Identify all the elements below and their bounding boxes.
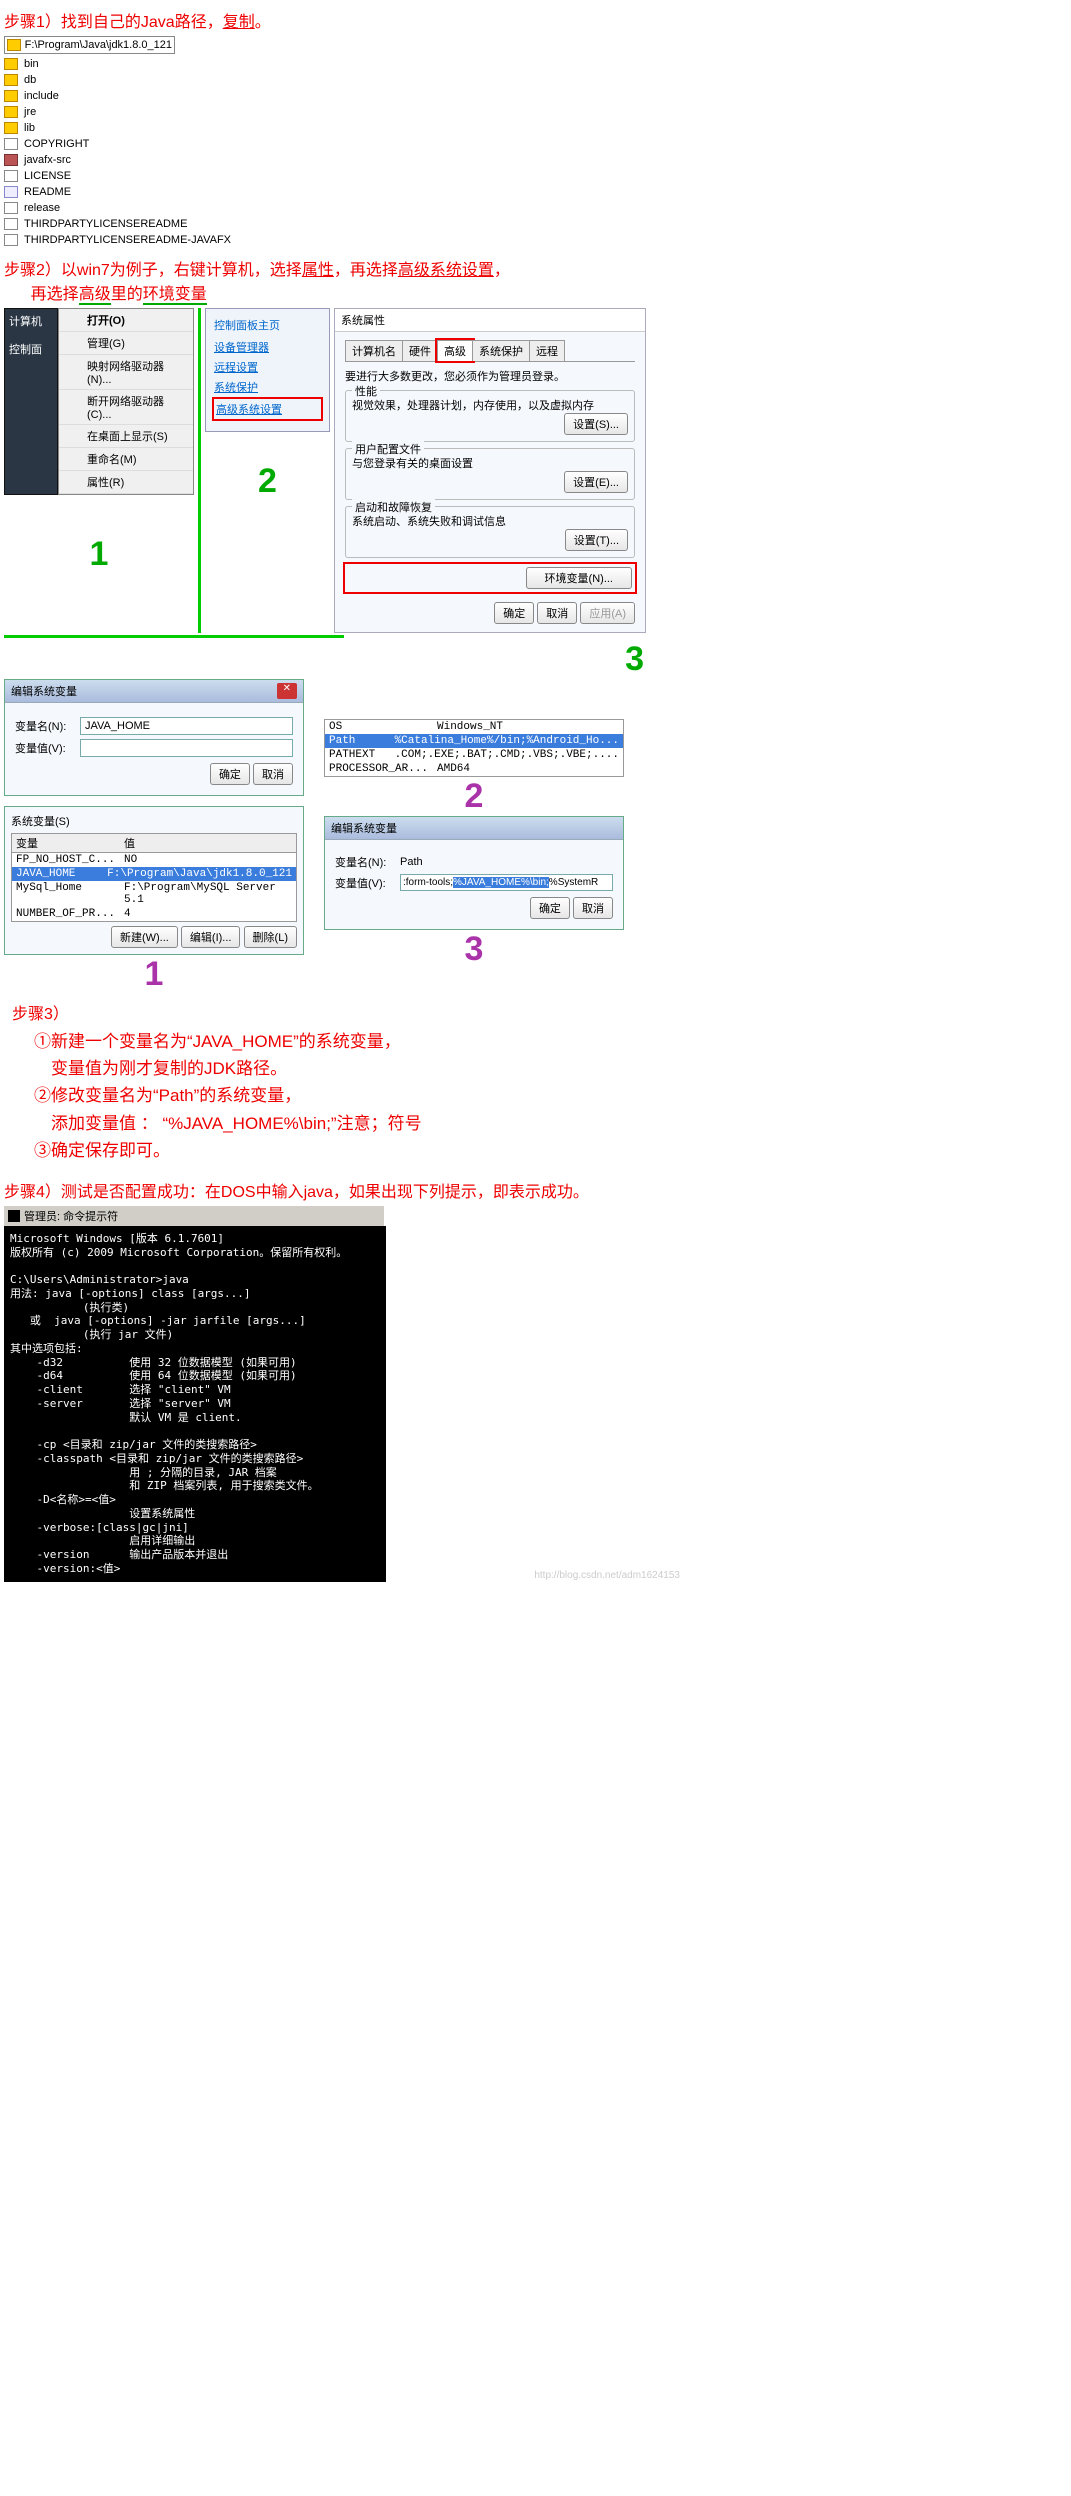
link-device-mgr[interactable]: 设备管理器 xyxy=(214,339,321,355)
link-protect[interactable]: 系统保护 xyxy=(214,379,321,395)
folder-icon xyxy=(4,90,18,102)
sysprop-tabs: 计算机名 硬件 高级 系统保护 远程 xyxy=(345,340,635,362)
table-row[interactable]: PROCESSOR_AR...AMD64 xyxy=(325,762,623,776)
del-button[interactable]: 删除(L) xyxy=(244,926,297,948)
varvalue-input[interactable] xyxy=(80,739,293,757)
file-item[interactable]: LICENSE xyxy=(4,168,684,184)
apply-button[interactable]: 应用(A) xyxy=(580,602,635,624)
folder-icon xyxy=(4,58,18,70)
path-bar[interactable]: F:\Program\Java\jdk1.8.0_121 xyxy=(4,36,175,54)
file-item[interactable]: lib xyxy=(4,120,684,136)
step2-title: 步骤2）以win7为例子，右键计算机，选择属性，再选择高级系统设置， 再选择高级… xyxy=(4,256,684,304)
edit-var-dialog-path: 编辑系统变量 变量名(N):Path 变量值(V): :form-tools;%… xyxy=(324,816,624,930)
env-var-list: OSWindows_NTPath%Catalina_Home%/bin;%And… xyxy=(324,719,624,777)
ctx-disc[interactable]: 断开网络驱动器(C)... xyxy=(59,390,193,425)
p-number-3: 3 xyxy=(324,930,624,969)
tab-advanced[interactable]: 高级 xyxy=(437,340,473,361)
file-item[interactable]: THIRDPARTYLICENSEREADME-JAVAFX xyxy=(4,232,684,248)
file-icon xyxy=(4,234,18,246)
file-item[interactable]: javafx-src xyxy=(4,152,684,168)
file-item[interactable]: README xyxy=(4,184,684,200)
sysvars-panel: 系统变量(S) 变量值 FP_NO_HOST_C...NOJAVA_HOMEF:… xyxy=(4,806,304,955)
file-item[interactable]: THIRDPARTYLICENSEREADME xyxy=(4,216,684,232)
system-properties-dialog: 系统属性 计算机名 硬件 高级 系统保护 远程 要进行大多数更改，您必须作为管理… xyxy=(334,308,646,633)
table-row[interactable]: FP_NO_HOST_C...NO xyxy=(12,853,296,867)
file-item[interactable]: jre xyxy=(4,104,684,120)
file-icon xyxy=(4,138,18,150)
step3-text: ①新建一个变量名为“JAVA_HOME”的系统变量， 变量值为刚才复制的JDK路… xyxy=(4,1028,684,1164)
number-3: 3 xyxy=(625,640,644,678)
folder-icon xyxy=(7,39,21,51)
cmd-title-bar: 管理员: 命令提示符 xyxy=(4,1206,384,1226)
ctx-prop[interactable]: 属性(R) xyxy=(59,471,193,494)
ctx-desk[interactable]: 在桌面上显示(S) xyxy=(59,425,193,448)
link-remote[interactable]: 远程设置 xyxy=(214,359,321,375)
ctx-open[interactable]: 打开(O) xyxy=(59,309,193,332)
new-button[interactable]: 新建(W)... xyxy=(111,926,178,948)
link-adv-settings[interactable]: 高级系统设置 xyxy=(214,399,321,419)
ok-button[interactable]: 确定 xyxy=(494,602,534,624)
close-icon[interactable]: ✕ xyxy=(277,683,297,699)
file-item[interactable]: bin xyxy=(4,56,684,72)
edit-var-dialog-javahome: 编辑系统变量✕ 变量名(N): 变量值(V): 确定 取消 xyxy=(4,679,304,796)
file-item[interactable]: db xyxy=(4,72,684,88)
p-number-2: 2 xyxy=(324,777,624,816)
table-row[interactable]: OSWindows_NT xyxy=(325,720,623,734)
file-list: bindbincludejrelibCOPYRIGHTjavafx-srcLIC… xyxy=(4,56,684,248)
varname-input[interactable] xyxy=(80,717,293,735)
control-panel-links: 控制面板主页 设备管理器 远程设置 系统保护 高级系统设置 xyxy=(205,308,330,432)
zip-icon xyxy=(4,154,18,166)
step1-title: 步骤1）找到自己的Java路径，复制。 xyxy=(4,8,684,32)
folder-icon xyxy=(4,106,18,118)
table-row[interactable]: NUMBER_OF_PR...4 xyxy=(12,907,296,921)
tab-name[interactable]: 计算机名 xyxy=(345,340,403,361)
edit-button[interactable]: 编辑(I)... xyxy=(181,926,241,948)
file-icon xyxy=(4,170,18,182)
green-line-v xyxy=(198,308,201,633)
file-item[interactable]: COPYRIGHT xyxy=(4,136,684,152)
step3-heading: 步骤3） xyxy=(4,1000,684,1024)
cmd-output: Microsoft Windows [版本 6.1.7601] 版权所有 (c)… xyxy=(4,1226,386,1582)
file-icon xyxy=(4,202,18,214)
ctx-rename[interactable]: 重命名(M) xyxy=(59,448,193,471)
file-item[interactable]: include xyxy=(4,88,684,104)
boot-settings-button[interactable]: 设置(T)... xyxy=(565,529,628,551)
table-row[interactable]: PATHEXT.COM;.EXE;.BAT;.CMD;.VBS;.VBE;...… xyxy=(325,748,623,762)
cancel-button[interactable]: 取消 xyxy=(253,763,293,785)
tab-remote[interactable]: 远程 xyxy=(529,340,565,361)
ctx-manage[interactable]: 管理(G) xyxy=(59,332,193,355)
user-settings-button[interactable]: 设置(E)... xyxy=(564,471,628,493)
ctx-map[interactable]: 映射网络驱动器(N)... xyxy=(59,355,193,390)
tab-protect[interactable]: 系统保护 xyxy=(472,340,530,361)
perf-settings-button[interactable]: 设置(S)... xyxy=(564,413,628,435)
context-menu[interactable]: 打开(O) 管理(G) 映射网络驱动器(N)... 断开网络驱动器(C)... … xyxy=(58,308,194,495)
number-2: 2 xyxy=(205,462,330,501)
txt-icon xyxy=(4,186,18,198)
ok-button[interactable]: 确定 xyxy=(210,763,250,785)
table-row[interactable]: JAVA_HOMEF:\Program\Java\jdk1.8.0_121 xyxy=(12,867,296,881)
sysprop-title: 系统属性 xyxy=(335,309,645,332)
nav-panel: 计算机 控制面 xyxy=(4,308,58,495)
table-row[interactable]: MySql_HomeF:\Program\MySQL Server 5.1 xyxy=(12,881,296,907)
folder-icon xyxy=(4,74,18,86)
number-1: 1 xyxy=(4,535,194,574)
table-row[interactable]: Path%Catalina_Home%/bin;%Android_Ho... xyxy=(325,734,623,748)
cancel-button[interactable]: 取消 xyxy=(573,897,613,919)
green-line-h xyxy=(4,635,344,638)
ok-button[interactable]: 确定 xyxy=(530,897,570,919)
file-icon xyxy=(4,218,18,230)
p-number-1: 1 xyxy=(4,955,304,994)
cancel-button[interactable]: 取消 xyxy=(537,602,577,624)
path-text: F:\Program\Java\jdk1.8.0_121 xyxy=(25,39,172,51)
tab-hardware[interactable]: 硬件 xyxy=(402,340,438,361)
file-item[interactable]: release xyxy=(4,200,684,216)
step4-title: 步骤4）测试是否配置成功：在DOS中输入java，如果出现下列提示，即表示成功。 xyxy=(4,1178,684,1202)
admin-note: 要进行大多数更改，您必须作为管理员登录。 xyxy=(345,368,635,384)
folder-icon xyxy=(4,122,18,134)
env-var-button[interactable]: 环境变量(N)... xyxy=(526,567,632,589)
